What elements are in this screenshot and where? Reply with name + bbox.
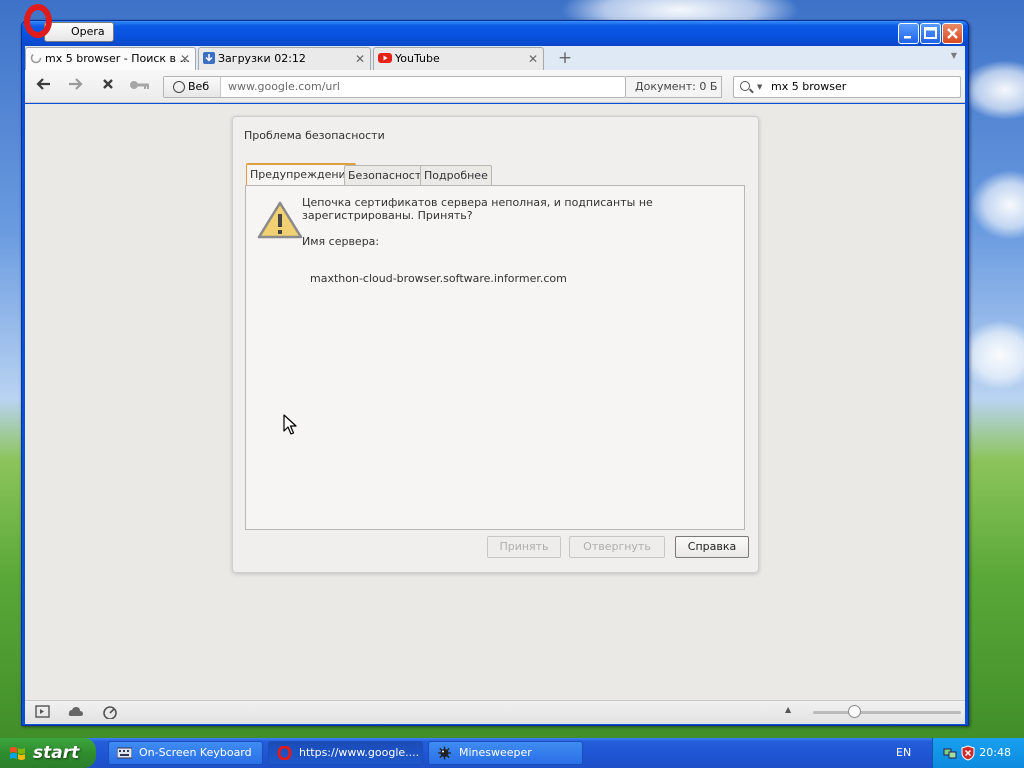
turbo-speedometer-icon[interactable]: [102, 705, 118, 719]
reject-button[interactable]: Отвергнуть: [569, 536, 665, 558]
clock: 20:48: [979, 746, 1011, 759]
title-bar: Opera: [22, 4, 968, 46]
minimize-icon: [904, 36, 911, 39]
warning-panel: Цепочка сертификатов сервера неполная, и…: [245, 185, 745, 530]
network-icon[interactable]: [943, 746, 957, 760]
tab-downloads[interactable]: Загрузки 02:12 ✕: [198, 47, 371, 70]
new-tab-button[interactable]: +: [555, 47, 575, 69]
desktop-cloud: [970, 170, 1024, 240]
keyboard-icon: [117, 747, 132, 759]
youtube-icon: [378, 53, 392, 63]
panel-toggle-icon[interactable]: [35, 705, 51, 719]
stop-button[interactable]: [97, 76, 119, 96]
tab-warning[interactable]: Предупреждение: [246, 163, 357, 186]
address-bar[interactable]: Веб www.google.com/url: [163, 76, 626, 98]
tab-bar: mx 5 browser - Поиск в ... ✕ Загрузки 02…: [25, 46, 965, 70]
tab-security[interactable]: Безопасность: [344, 165, 432, 185]
page-content: Проблема безопасности Предупреждение Без…: [25, 104, 965, 700]
loading-icon: [30, 52, 42, 64]
back-button[interactable]: [33, 76, 55, 96]
toolbar: Веб www.google.com/url Документ: 0 Б ▼ m…: [25, 70, 965, 103]
help-button[interactable]: Справка: [675, 536, 749, 558]
accept-button[interactable]: Принять: [487, 536, 561, 558]
tab-close-icon[interactable]: ✕: [355, 48, 365, 70]
key-button[interactable]: [128, 76, 152, 96]
back-arrow-icon: [36, 78, 50, 90]
tab-label: YouTube: [395, 52, 440, 65]
tab-youtube[interactable]: YouTube ✕: [373, 47, 544, 70]
mine-icon: [438, 746, 451, 760]
tab-close-icon[interactable]: ✕: [528, 48, 538, 70]
mouse-pointer-icon: [283, 414, 297, 435]
taskbar: start On-Screen Keyboard https://www.goo…: [0, 738, 1024, 768]
globe-icon: [173, 81, 185, 93]
maximize-button[interactable]: [920, 23, 941, 44]
dialog-title: Проблема безопасности: [244, 129, 385, 142]
tab-label: mx 5 browser - Поиск в ...: [45, 52, 190, 65]
opera-unite-cloud-icon[interactable]: [68, 705, 84, 719]
task-label: On-Screen Keyboard: [139, 746, 252, 759]
document-size: Документ: 0 Б: [626, 76, 722, 98]
search-field[interactable]: ▼ mx 5 browser: [733, 76, 961, 98]
stop-icon: [103, 79, 113, 89]
start-label: start: [33, 743, 80, 763]
tab-menu-icon[interactable]: ▼: [951, 51, 957, 60]
server-name-label: Имя сервера:: [302, 235, 380, 248]
warning-message: Цепочка сертификатов сервера неполная, и…: [302, 196, 653, 222]
minimize-button[interactable]: [898, 23, 919, 44]
search-engine-dropdown-icon[interactable]: ▼: [757, 77, 762, 97]
language-indicator[interactable]: EN: [896, 746, 911, 759]
task-label: Minesweeper: [459, 746, 532, 759]
opera-window: Opera mx 5 browser - Поиск в ... ✕ Загру…: [21, 4, 969, 726]
forward-arrow-icon: [69, 78, 83, 90]
tab-label: Загрузки 02:12: [218, 52, 306, 65]
desktop-cloud: [960, 320, 1024, 390]
web-badge-label: Веб: [188, 80, 210, 93]
zoom-up-icon[interactable]: ▲: [785, 705, 791, 714]
security-dialog: Проблема безопасности Предупреждение Без…: [232, 116, 759, 573]
web-badge[interactable]: Веб: [164, 77, 221, 97]
desktop-cloud: [960, 60, 1024, 120]
task-opera-browser[interactable]: https://www.google....: [268, 741, 423, 765]
task-label: https://www.google....: [299, 746, 420, 759]
opera-icon: [277, 746, 292, 760]
server-name-value: maxthon-cloud-browser.software.informer.…: [310, 272, 567, 285]
task-minesweeper[interactable]: Minesweeper: [428, 741, 583, 765]
key-icon: [130, 81, 149, 89]
search-value: mx 5 browser: [771, 80, 847, 93]
opera-logo-icon: [24, 4, 52, 38]
warning-icon: [257, 201, 303, 239]
start-button[interactable]: start: [0, 738, 96, 768]
close-icon: [947, 28, 958, 39]
url-text[interactable]: www.google.com/url: [228, 77, 340, 97]
zoom-slider-track[interactable]: [813, 711, 961, 714]
download-icon: [203, 52, 215, 64]
zoom-slider-handle[interactable]: [848, 705, 861, 718]
system-tray: 20:48: [932, 738, 1024, 768]
tab-close-icon[interactable]: ✕: [180, 48, 190, 70]
forward-button[interactable]: [64, 76, 86, 96]
search-icon: [740, 81, 750, 91]
opera-menu-button[interactable]: Opera: [44, 22, 114, 42]
maximize-icon: [924, 27, 937, 39]
close-button[interactable]: [942, 23, 963, 44]
tab-search[interactable]: mx 5 browser - Поиск в ... ✕: [25, 47, 196, 70]
security-shield-icon[interactable]: [961, 745, 975, 761]
status-bar: ▲: [25, 700, 965, 724]
task-on-screen-keyboard[interactable]: On-Screen Keyboard: [108, 741, 263, 765]
tab-details[interactable]: Подробнее: [420, 165, 492, 185]
windows-flag-icon: [10, 747, 25, 760]
